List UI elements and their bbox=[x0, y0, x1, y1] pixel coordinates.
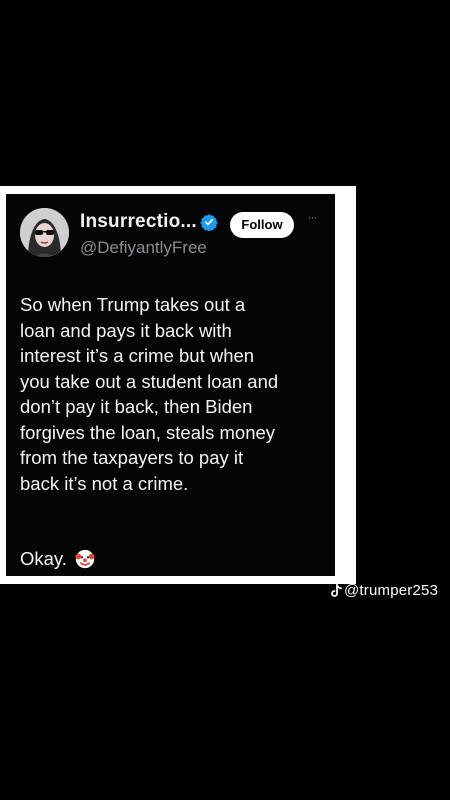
display-name[interactable]: Insurrectio... bbox=[80, 211, 197, 233]
verified-badge-icon bbox=[200, 214, 218, 231]
tiktok-watermark: @trumper253 bbox=[330, 582, 438, 599]
screenshot-frame: Insurrectio... @DefiyantlyFree Follow ··… bbox=[0, 186, 356, 584]
avatar-image bbox=[20, 208, 69, 257]
tweet-closing-line: Okay. bbox=[20, 546, 95, 571]
tiktok-icon bbox=[331, 583, 342, 597]
watermark-username: @trumper253 bbox=[344, 582, 439, 599]
clown-face-icon bbox=[75, 549, 95, 568]
user-handle[interactable]: @DefiyantlyFree bbox=[80, 238, 207, 258]
tweet-body: So when Trump takes out a loan and pays … bbox=[20, 294, 279, 494]
follow-button[interactable]: Follow bbox=[230, 212, 294, 238]
tweet-card: Insurrectio... @DefiyantlyFree Follow ··… bbox=[6, 194, 335, 576]
tweet-closing-text: Okay. bbox=[20, 548, 67, 569]
avatar[interactable] bbox=[20, 208, 69, 257]
more-options-icon[interactable]: ··· bbox=[302, 211, 322, 226]
